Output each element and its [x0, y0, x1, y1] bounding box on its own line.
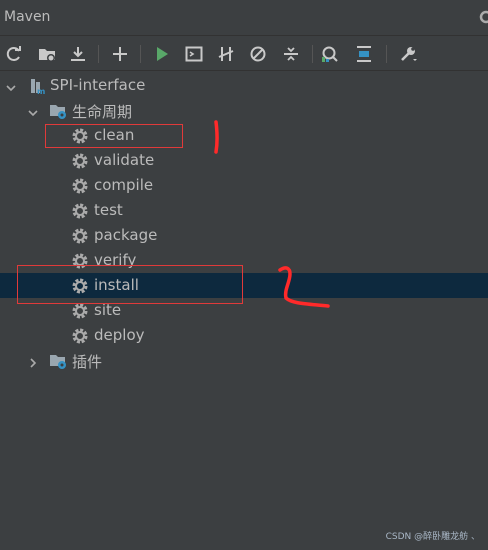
- folder-gear-icon: [49, 352, 67, 370]
- analyze-icon[interactable]: [320, 44, 340, 64]
- plugins-label: 插件: [72, 353, 103, 371]
- tool-window-header: Maven: [0, 0, 488, 36]
- collapse-icon[interactable]: [281, 44, 301, 64]
- toggle-offline-icon[interactable]: [216, 44, 236, 64]
- run-icon[interactable]: [152, 44, 172, 64]
- goal-label: compile: [94, 176, 154, 194]
- maven-project-icon: m: [28, 77, 46, 96]
- tree-item-plugins[interactable]: 插件: [0, 348, 488, 373]
- toolbar-separator: [140, 45, 141, 63]
- goal-label: deploy: [94, 326, 145, 344]
- gear-icon: [71, 177, 89, 195]
- tree-item-goal[interactable]: validate: [0, 148, 488, 173]
- toolbar-separator: [386, 45, 387, 63]
- tree-item-goal[interactable]: deploy: [0, 323, 488, 348]
- skip-tests-icon[interactable]: [248, 44, 268, 64]
- watermark: CSDN @醉卧雕龙舫 、: [385, 532, 480, 542]
- tool-window-title: Maven: [4, 9, 51, 25]
- toolbar-separator: [312, 45, 313, 63]
- toolbar-separator: [98, 45, 99, 63]
- add-folder-icon[interactable]: [37, 44, 57, 64]
- tree-item-goal[interactable]: package: [0, 223, 488, 248]
- expand-icon[interactable]: [354, 44, 374, 64]
- gear-icon: [71, 202, 89, 220]
- annotation-box-install: [17, 265, 243, 304]
- annotation-mark-1: [200, 118, 234, 158]
- tree-item-goal[interactable]: test: [0, 198, 488, 223]
- project-name: SPI-interface: [50, 76, 146, 94]
- tree-item-project[interactable]: m SPI-interface: [0, 73, 488, 98]
- download-icon[interactable]: [68, 44, 88, 64]
- tree-item-lifecycle[interactable]: 生命周期: [0, 98, 488, 123]
- folder-gear-icon: [49, 102, 67, 120]
- goal-label: validate: [94, 151, 155, 169]
- plus-icon[interactable]: [110, 44, 130, 64]
- gear-icon: [71, 302, 89, 320]
- chevron-down-icon[interactable]: [27, 104, 39, 117]
- run-config-icon[interactable]: [184, 44, 204, 64]
- chevron-down-icon[interactable]: [5, 79, 17, 92]
- gear-icon: [71, 327, 89, 345]
- goal-label: test: [94, 201, 123, 219]
- annotation-mark-2: [270, 262, 342, 314]
- reload-icon[interactable]: [4, 44, 24, 64]
- goal-label: package: [94, 226, 158, 244]
- lifecycle-label: 生命周期: [72, 103, 133, 121]
- annotation-box-clean: [45, 124, 183, 148]
- maven-toolbar: [0, 37, 488, 71]
- gear-icon: [71, 227, 89, 245]
- gear-icon: [71, 152, 89, 170]
- settings-wrench-icon[interactable]: [398, 44, 418, 64]
- svg-text:m: m: [37, 87, 45, 95]
- tree-item-goal[interactable]: compile: [0, 173, 488, 198]
- gear-icon[interactable]: [478, 8, 488, 26]
- chevron-right-icon[interactable]: [27, 354, 39, 368]
